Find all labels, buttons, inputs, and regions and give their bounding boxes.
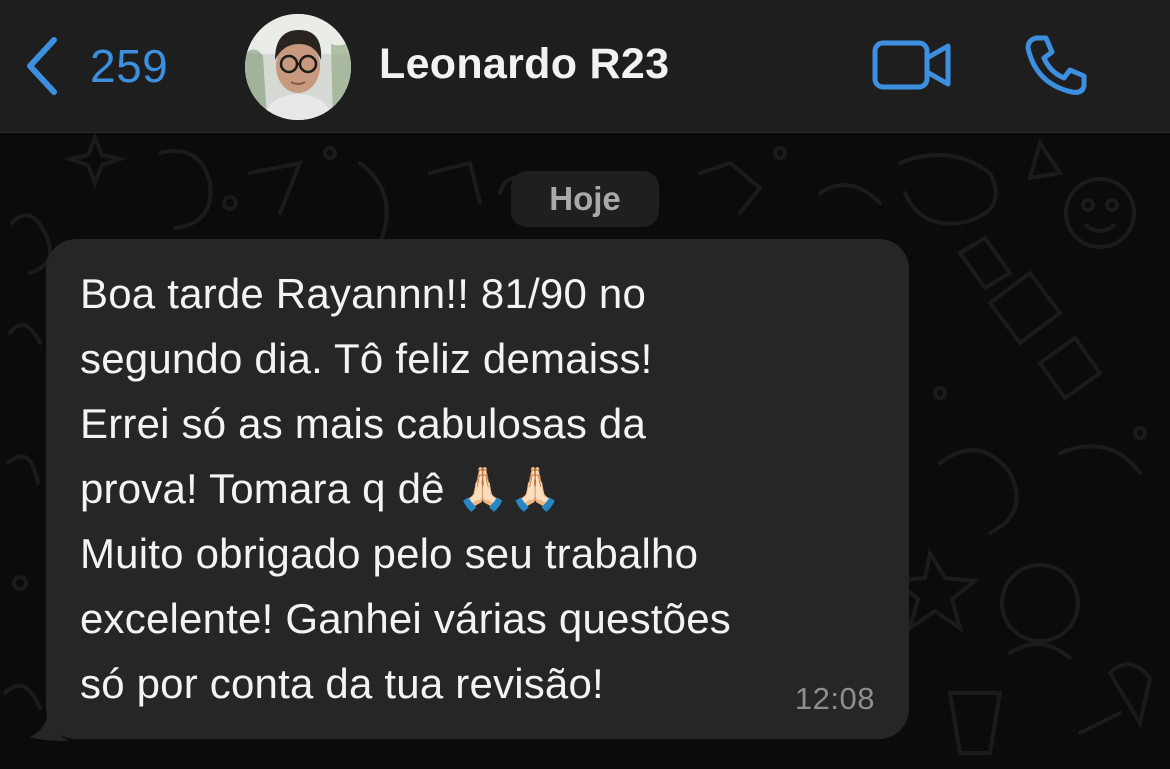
back-button[interactable]: 259 bbox=[22, 34, 168, 98]
message-bubble-incoming[interactable]: Boa tarde Rayannn!! 81/90 no segundo dia… bbox=[46, 239, 909, 739]
chat-screen: 259 Leonardo R23 Hoje Boa tarde Rayannn!… bbox=[0, 0, 1170, 769]
contact-name[interactable]: Leonardo R23 bbox=[379, 40, 669, 89]
contact-avatar[interactable] bbox=[245, 14, 351, 120]
video-camera-icon bbox=[872, 40, 952, 96]
video-call-button[interactable] bbox=[872, 38, 952, 97]
voice-call-button[interactable] bbox=[1024, 34, 1088, 101]
message-text: Boa tarde Rayannn!! 81/90 no segundo dia… bbox=[80, 270, 731, 707]
unread-count: 259 bbox=[90, 40, 169, 92]
chevron-left-icon bbox=[22, 34, 62, 98]
message-timestamp: 12:08 bbox=[794, 681, 875, 716]
chat-header: 259 Leonardo R23 bbox=[0, 0, 1170, 133]
date-separator: Hoje bbox=[511, 171, 659, 227]
chat-area[interactable]: Hoje Boa tarde Rayannn!! 81/90 no segund… bbox=[0, 133, 1170, 769]
phone-icon bbox=[1024, 35, 1088, 100]
